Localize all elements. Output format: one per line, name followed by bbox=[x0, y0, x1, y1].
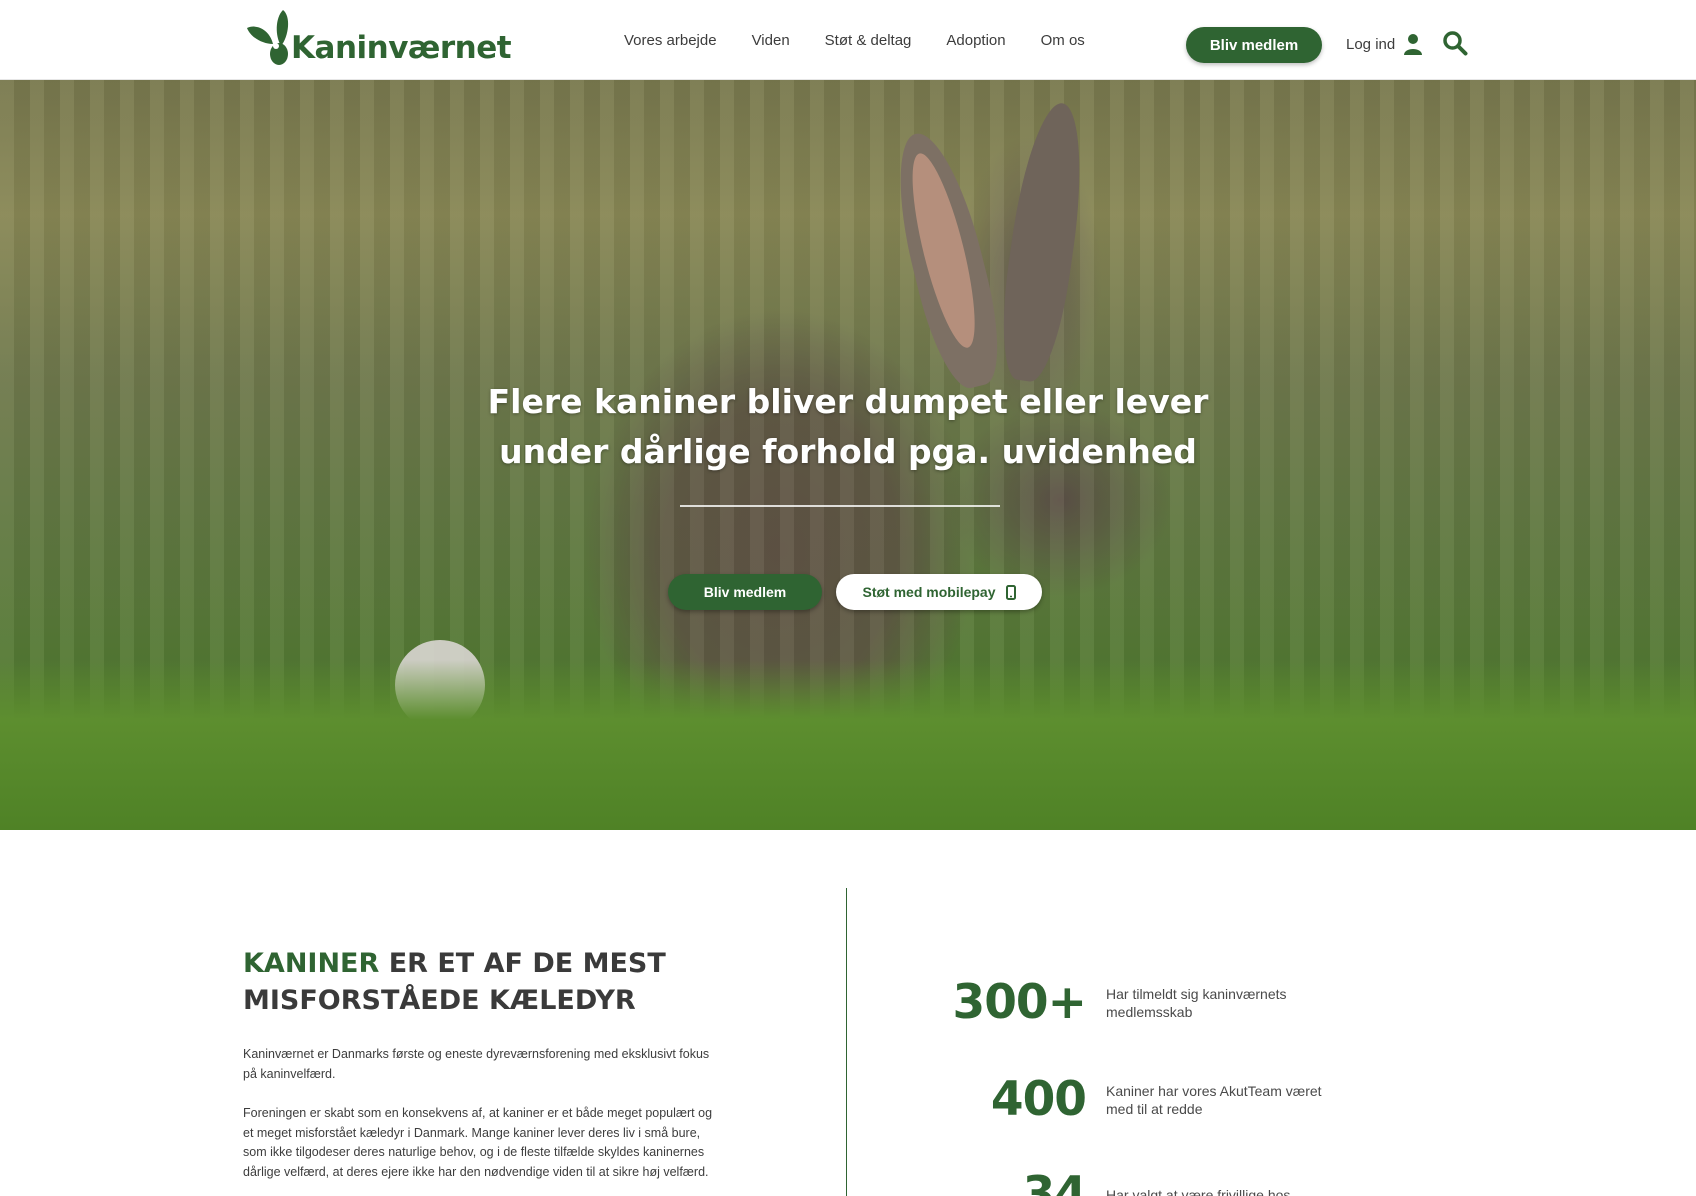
intro-title: KANINER ER ET AF DE MEST MISFORSTÅEDE KÆ… bbox=[243, 945, 763, 1019]
site-header: Kaninværnet Vores arbejde Viden Støt & d… bbox=[0, 0, 1696, 80]
hero-member-button[interactable]: Bliv medlem bbox=[668, 574, 822, 610]
stat-number: 300+ bbox=[952, 975, 1088, 1030]
mobilepay-label: Støt med mobilepay bbox=[862, 584, 996, 600]
member-button[interactable]: Bliv medlem bbox=[1186, 27, 1322, 63]
login-label: Log ind bbox=[1346, 35, 1396, 53]
intro-paragraph: Foreningen er skabt som en konsekvens af… bbox=[243, 1106, 713, 1179]
nav-item-om-os[interactable]: Om os bbox=[1041, 32, 1085, 49]
nav-item-viden[interactable]: Viden bbox=[752, 32, 790, 49]
logo-text: Kaninværnet bbox=[291, 30, 512, 66]
nav-item-adoption[interactable]: Adoption bbox=[946, 32, 1005, 49]
intro-title-accent: KANINER bbox=[243, 948, 380, 979]
hero-section: Flere kaniner bliver dumpet eller lever … bbox=[0, 80, 1696, 830]
stat-text: Har tilmeldt sig kaninværnets medlemsska… bbox=[1106, 985, 1287, 1020]
hero-divider bbox=[680, 505, 1000, 507]
stat-text: Har valgt at være frivillige hos bbox=[1106, 1186, 1291, 1196]
nav-item-stoet-deltag[interactable]: Støt & deltag bbox=[825, 32, 912, 49]
stat-item: 400 Kaniner har vores AkutTeam været med… bbox=[946, 1072, 1346, 1127]
logo[interactable]: Kaninværnet bbox=[243, 6, 512, 66]
hero-title: Flere kaniner bliver dumpet eller lever … bbox=[487, 382, 1209, 471]
phone-icon bbox=[1005, 584, 1016, 600]
stat-text: Kaniner har vores AkutTeam været med til… bbox=[1106, 1082, 1322, 1117]
search-icon[interactable] bbox=[1442, 30, 1468, 56]
mobilepay-button[interactable]: Støt med mobilepay bbox=[836, 574, 1042, 610]
hero-image-rabbit-ear bbox=[881, 125, 1013, 395]
hero-image-rabbit-ear bbox=[992, 99, 1094, 385]
stat-number: 34 bbox=[1022, 1167, 1087, 1196]
hero-image-grass bbox=[0, 660, 1696, 830]
main-nav: Vores arbejde Viden Støt & deltag Adopti… bbox=[624, 0, 1120, 80]
login-link[interactable]: Log ind bbox=[1346, 30, 1423, 58]
user-icon bbox=[1403, 33, 1423, 55]
stat-number: 400 bbox=[990, 1072, 1087, 1127]
stat-item: 34 Har valgt at være frivillige hos bbox=[946, 1167, 1346, 1196]
section-divider bbox=[846, 888, 847, 1196]
nav-item-vores-arbejde[interactable]: Vores arbejde bbox=[624, 32, 717, 49]
stat-item: 300+ Har tilmeldt sig kaninværnets medle… bbox=[946, 975, 1346, 1030]
intro-paragraph: Kaninværnet er Danmarks første og eneste… bbox=[243, 1047, 710, 1081]
